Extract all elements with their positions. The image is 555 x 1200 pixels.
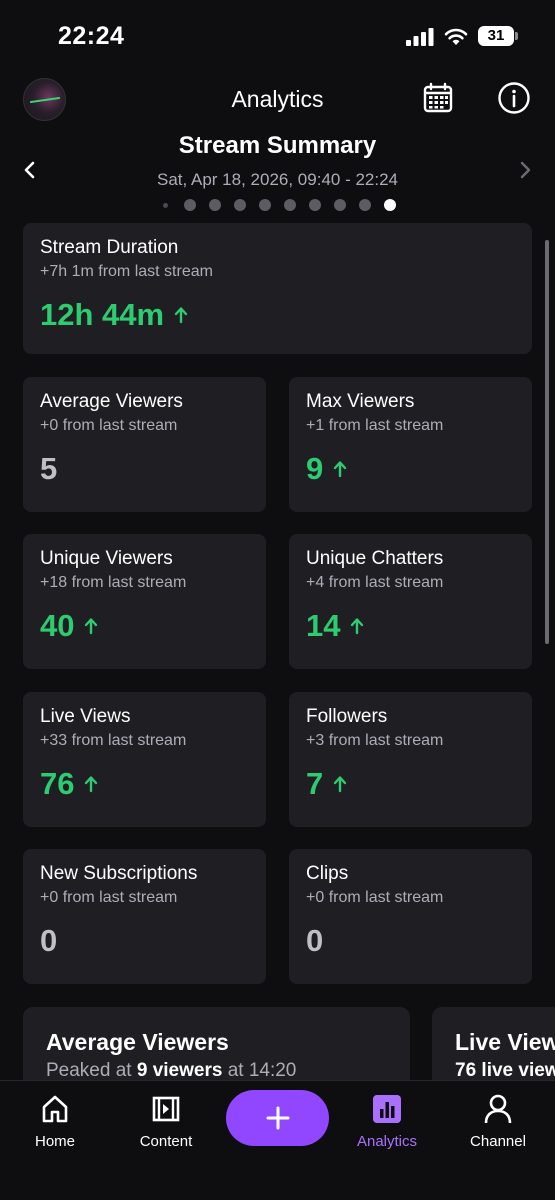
card-subtitle: +0 from last stream [306,889,444,906]
value-text: 9 [306,451,324,486]
page-dot[interactable] [309,199,321,211]
card-average-viewers[interactable]: Average Viewers +0 from last stream 5 [23,377,266,512]
tab-label: Analytics [356,1133,418,1150]
peak-prefix: Peaked at [46,1060,137,1081]
card-subtitle: +18 from last stream [40,574,187,591]
card-clips[interactable]: Clips +0 from last stream 0 [289,849,532,984]
card-title: Unique Chatters [306,548,444,569]
card-unique-viewers[interactable]: Unique Viewers +18 from last stream 40 [23,534,266,669]
card-title: Live Views [40,706,131,727]
page-dot[interactable] [234,199,246,211]
live-views-value: 76 live views [455,1060,555,1081]
arrow-up-icon [85,618,98,635]
card-title: Stream Duration [40,237,179,258]
arrow-up-icon [334,461,347,478]
wifi-icon [444,28,468,45]
card-subtitle: +4 from last stream [306,574,444,591]
card-live-views[interactable]: Live Views +33 from last stream 76 [23,692,266,827]
card-subtitle: +1 from last stream [306,417,444,434]
home-icon [42,1095,68,1123]
page-dot-active[interactable] [384,199,396,211]
card-value: 9 [306,451,515,487]
value-text: 0 [40,923,58,958]
card-subtitle: +0 from last stream [40,889,178,906]
info-icon[interactable] [497,81,531,115]
analytics-chart-icon [373,1095,401,1123]
tab-label: Content [139,1133,193,1150]
page-dot[interactable] [334,199,346,211]
page-dot[interactable] [184,199,196,211]
value-text: 7 [306,766,324,801]
peak-suffix: at 14:20 [222,1060,297,1081]
card-value: 14 [306,608,515,644]
card-value: 0 [306,923,515,959]
card-subtitle: +3 from last stream [306,732,444,749]
create-button[interactable] [226,1090,329,1146]
value-text: 76 [40,766,75,801]
calendar-icon[interactable] [421,81,455,115]
card-subtitle: +33 from last stream [40,732,187,749]
card-max-viewers[interactable]: Max Viewers +1 from last stream 9 [289,377,532,512]
tab-label: Home [34,1133,75,1150]
card-followers[interactable]: Followers +3 from last stream 7 [289,692,532,827]
card-title: Average Viewers [40,391,183,412]
cellular-signal-icon [406,28,434,46]
card-value: 40 [40,608,249,644]
card-subtitle: +0 from last stream [40,417,178,434]
summary-title: Stream Summary [178,132,377,159]
graph-subtitle: Peaked at 9 viewers at 14:20 [46,1060,387,1082]
status-time: 22:24 [58,22,125,50]
tab-analytics[interactable]: Analytics [332,1093,442,1150]
graph-subtitle: 76 live views [455,1060,555,1082]
card-title: New Subscriptions [40,863,198,884]
scrollbar[interactable] [545,240,549,644]
graph-title: Average Viewers [46,1029,229,1055]
page-dot[interactable] [284,199,296,211]
page-dot[interactable] [259,199,271,211]
card-value: 0 [40,923,249,959]
card-subtitle: +7h 1m from last stream [40,263,213,280]
arrow-up-icon [174,307,188,324]
plus-icon [266,1106,289,1130]
value-text: 12h 44m [40,297,165,332]
card-title: Clips [306,863,349,884]
card-title: Followers [306,706,388,727]
summary-date: Sat, Apr 18, 2026, 09:40 - 22:24 [156,170,398,189]
tab-label: Channel [470,1133,526,1150]
tab-home[interactable]: Home [0,1093,110,1150]
card-title: Max Viewers [306,391,415,412]
card-value: 7 [306,766,515,802]
battery-tip [515,32,518,40]
value-text: 40 [40,608,75,643]
status-bar: 22:24 31 [0,0,555,70]
value-text: 5 [40,451,58,486]
card-value: 5 [40,451,249,487]
chevron-right-icon[interactable] [513,158,537,182]
graph-title: Live Views [455,1029,555,1055]
arrow-up-icon [334,776,347,793]
card-value: 12h 44m [40,297,515,333]
arrow-up-icon [351,618,364,635]
value-text: 0 [306,923,324,958]
card-value: 76 [40,766,249,802]
page-indicator[interactable] [160,199,396,211]
peak-value: 9 viewers [136,1060,223,1081]
content-video-icon [152,1096,180,1122]
value-text: 14 [306,608,341,643]
card-title: Unique Viewers [40,548,173,569]
card-unique-chatters[interactable]: Unique Chatters +4 from last stream 14 [289,534,532,669]
arrow-up-icon [85,776,98,793]
tab-channel[interactable]: Channel [443,1093,553,1150]
page-title: Analytics [231,86,324,112]
tab-content[interactable]: Content [111,1093,221,1150]
page-dot[interactable] [359,199,371,211]
card-stream-duration[interactable]: Stream Duration +7h 1m from last stream … [23,223,532,354]
card-new-subscriptions[interactable]: New Subscriptions +0 from last stream 0 [23,849,266,984]
battery-icon: 31 [478,26,514,46]
person-icon [484,1094,512,1124]
page-dot[interactable] [209,199,221,211]
page-dot[interactable] [163,202,168,208]
